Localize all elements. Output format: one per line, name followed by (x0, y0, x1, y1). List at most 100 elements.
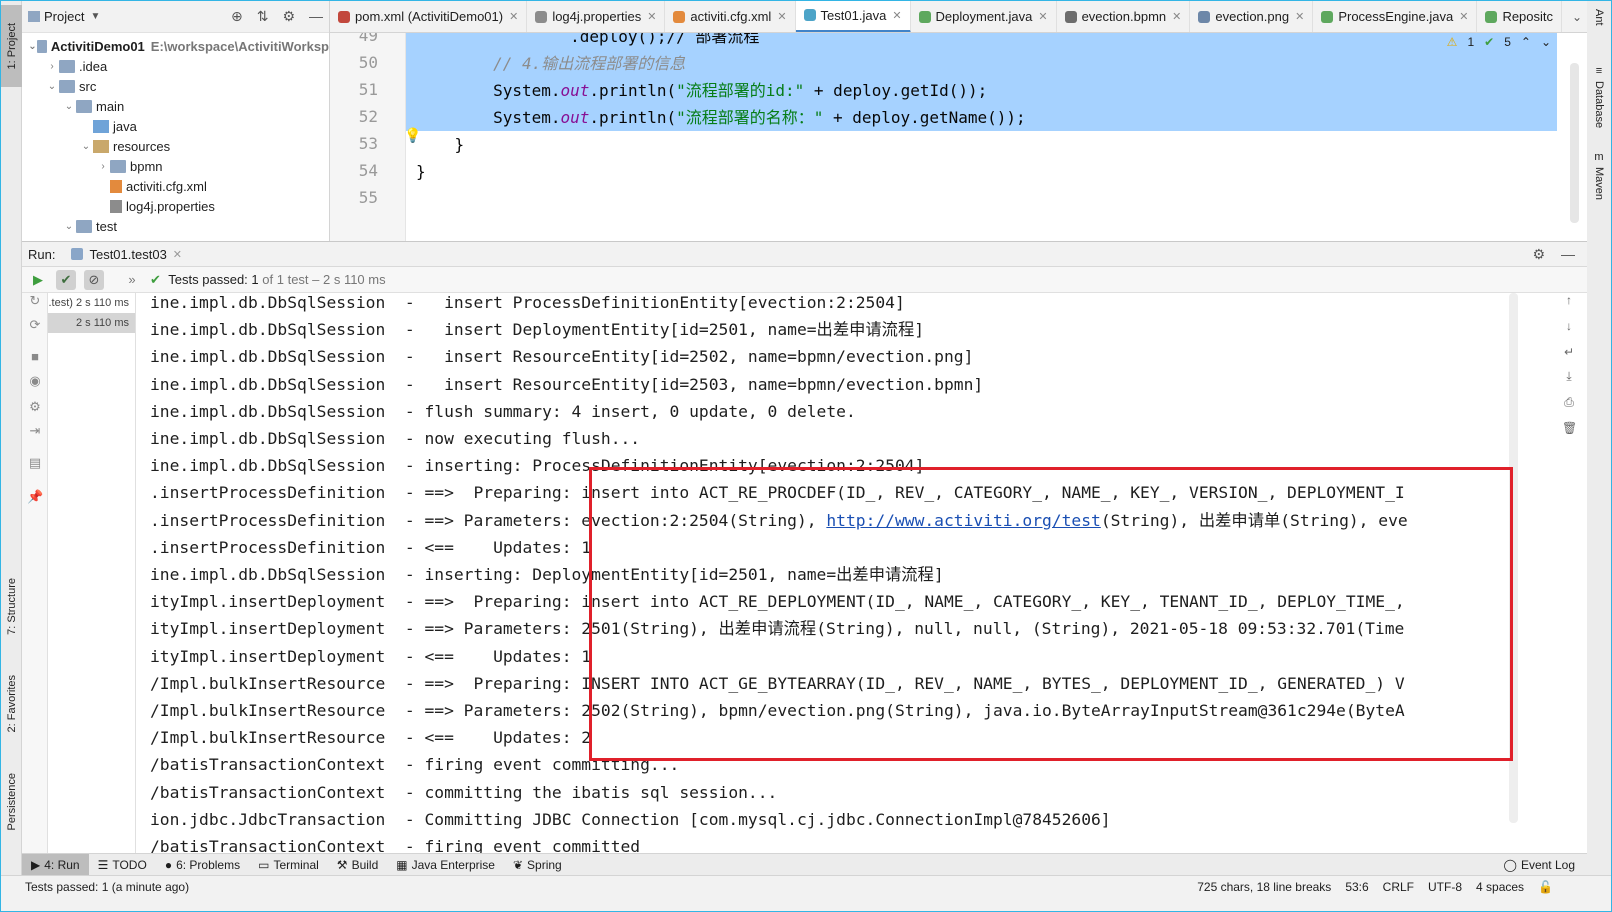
tool-tab-structure[interactable]: 7: Structure (1, 561, 22, 651)
chevron-down-icon[interactable]: ⌄ (62, 101, 76, 112)
more-icon[interactable]: » (122, 270, 142, 290)
chevron-right-icon[interactable]: › (45, 61, 59, 72)
soft-wrap-icon[interactable]: ↵ (1562, 345, 1576, 359)
tree-item[interactable]: › bpmn (22, 156, 329, 176)
close-icon[interactable]: ✕ (509, 10, 518, 23)
editor-tab[interactable]: log4j.properties ✕ (527, 1, 666, 32)
close-icon[interactable]: ✕ (1038, 10, 1047, 23)
pin-icon[interactable]: 📌 (27, 489, 43, 505)
event-log-icon: ◯ (1503, 857, 1517, 872)
chevron-down-icon[interactable]: ⌄ (62, 221, 76, 232)
close-icon[interactable]: ✕ (777, 10, 786, 23)
editor-tab[interactable]: Test01.java ✕ (795, 1, 911, 32)
status-message[interactable]: Tests passed: 1 (a minute ago) (1, 880, 189, 894)
tree-item[interactable]: › .idea (22, 56, 329, 76)
tree-item[interactable]: ⌄ test (22, 216, 329, 236)
exit-icon[interactable]: ⇥ (27, 423, 43, 439)
rerun-icon[interactable]: ▶ (28, 270, 48, 290)
arrow-down-icon[interactable]: ↓ (1562, 319, 1576, 333)
collapse-all-icon[interactable]: ⇅ (257, 8, 269, 25)
tree-item[interactable]: activiti.cfg.xml (22, 176, 329, 196)
close-icon[interactable]: ✕ (1172, 10, 1181, 23)
tool-tab-persistence[interactable]: Persistence (1, 759, 22, 845)
chevron-down-icon[interactable]: ⌄ (45, 81, 59, 92)
tool-tab-database[interactable]: ≡ Database (1586, 65, 1611, 145)
bottom-tab[interactable]: ❦ Spring (504, 854, 571, 876)
close-icon[interactable]: ✕ (173, 248, 182, 261)
show-ignored-icon[interactable]: ⊘ (84, 269, 104, 290)
project-panel-header: Project ▼ ⊕ ⇅ ⚙ — (22, 1, 329, 33)
chevron-down-icon[interactable]: ⌄ (28, 41, 37, 52)
gear-icon[interactable]: ⚙ (282, 8, 295, 25)
test-tree-row[interactable]: 2 s 110 ms (48, 313, 135, 333)
rerun-failed-icon[interactable]: ↻ (27, 293, 43, 309)
inspection-indicators[interactable]: ⚠ 1 ✔ 5 ⌃ ⌄ (1447, 35, 1551, 49)
show-passed-icon[interactable]: ✔ (56, 269, 76, 290)
gear-icon[interactable]: ⚙ (27, 399, 43, 415)
tree-item[interactable]: ⌄ src (22, 76, 329, 96)
tree-item[interactable]: ⌄ resources (22, 136, 329, 156)
status-indent[interactable]: 4 spaces (1476, 880, 1524, 894)
editor-tab[interactable]: ProcessEngine.java ✕ (1313, 1, 1478, 32)
scroll-to-end-icon[interactable]: ⤓ (1562, 369, 1576, 383)
console-line-text: /Impl.bulkInsertResource - <== Updates: … (150, 728, 592, 748)
editor-tab[interactable]: evection.bpmn ✕ (1057, 1, 1191, 32)
bottom-tab[interactable]: ▦ Java Enterprise (387, 854, 504, 876)
tree-item-label: java (113, 118, 137, 134)
tool-tab-maven[interactable]: m Maven (1586, 151, 1611, 211)
chevron-down-icon[interactable]: ⌄ (1562, 10, 1587, 24)
close-icon[interactable]: ✕ (1459, 10, 1468, 23)
tool-tab-ant[interactable]: Ant (1586, 5, 1611, 49)
close-icon[interactable]: ✕ (892, 9, 901, 22)
project-view-selector[interactable]: Project (44, 9, 84, 24)
gear-icon[interactable]: ⚙ (1532, 246, 1545, 263)
bottom-tab[interactable]: ▶ 4: Run (22, 853, 89, 876)
editor-tab[interactable]: Repositc (1477, 1, 1563, 32)
editor-tab[interactable]: activiti.cfg.xml ✕ (665, 1, 796, 32)
bottom-tab[interactable]: ▭ Terminal (249, 854, 328, 876)
run-toolbar: ▶ ✔ ⊘ » ✔ Tests passed: 1 of 1 test – 2 … (22, 267, 1587, 293)
layout-icon[interactable]: ▤ (27, 455, 43, 471)
toggle-auto-test-icon[interactable]: ⟳ (27, 317, 43, 333)
event-log-label: Event Log (1520, 857, 1575, 872)
editor-scrollbar[interactable] (1570, 63, 1579, 223)
bulb-icon[interactable]: 💡 (404, 127, 421, 144)
arrow-up-icon[interactable]: ↑ (1562, 293, 1576, 307)
editor-tab[interactable]: Deployment.java ✕ (911, 1, 1057, 32)
tree-item-label: log4j.properties (126, 198, 215, 214)
bottom-tab[interactable]: ☰ TODO (89, 854, 156, 876)
trash-icon[interactable]: 🗑 (1562, 421, 1577, 435)
minimize-icon[interactable]: — (1561, 246, 1575, 263)
camera-icon[interactable]: ◉ (27, 373, 43, 389)
status-position[interactable]: 53:6 (1345, 880, 1368, 894)
tree-item[interactable]: log4j.properties (22, 196, 329, 216)
chevron-right-icon[interactable]: › (96, 161, 110, 172)
code-editor[interactable]: 49 50 51 52 53 54 55 .deploy();// 部署流程 // 4.输出… (330, 33, 1587, 241)
test-tree-row[interactable]: .test) 2 s 110 ms (48, 293, 135, 313)
bottom-tab[interactable]: ● 6: Problems (156, 854, 249, 876)
tree-item[interactable]: java (22, 116, 329, 136)
close-icon[interactable]: ✕ (647, 10, 656, 23)
tree-item[interactable]: ⌄ main (22, 96, 329, 116)
chevron-down-icon[interactable]: ⌄ (79, 141, 93, 152)
editor-tab[interactable]: evection.png ✕ (1190, 1, 1314, 32)
tool-tab-favorites[interactable]: 2: Favorites (1, 661, 22, 747)
status-encoding[interactable]: UTF-8 (1428, 880, 1462, 894)
chevron-up-icon[interactable]: ⌃ (1521, 35, 1531, 49)
event-log-button[interactable]: ◯ Event Log (1504, 858, 1587, 872)
stop-icon[interactable]: ■ (27, 349, 43, 365)
chevron-down-icon[interactable]: ▼ (90, 11, 100, 22)
lock-icon[interactable]: 🔓 (1538, 880, 1553, 894)
chevron-down-icon[interactable]: ⌄ (1541, 35, 1551, 49)
bottom-tab[interactable]: ⚒ Build (328, 854, 387, 876)
locate-icon[interactable]: ⊕ (231, 8, 243, 25)
minimize-icon[interactable]: — (309, 8, 323, 25)
console-line: ityImpl.insertDeployment - <== Updates: … (150, 643, 591, 670)
tree-item[interactable]: ⌄ ActivitiDemo01 E:\workspace\ActivitiWork… (22, 36, 329, 56)
close-icon[interactable]: ✕ (1295, 10, 1304, 23)
run-tab-test01-test03[interactable]: Test01.test03 ✕ (71, 247, 182, 262)
status-line-separator[interactable]: CRLF (1383, 880, 1414, 894)
print-icon[interactable]: ⎙ (1562, 395, 1576, 409)
editor-tab[interactable]: pom.xml (ActivitiDemo01) ✕ (330, 1, 528, 32)
tool-tab-project[interactable]: 1: Project (1, 5, 22, 87)
